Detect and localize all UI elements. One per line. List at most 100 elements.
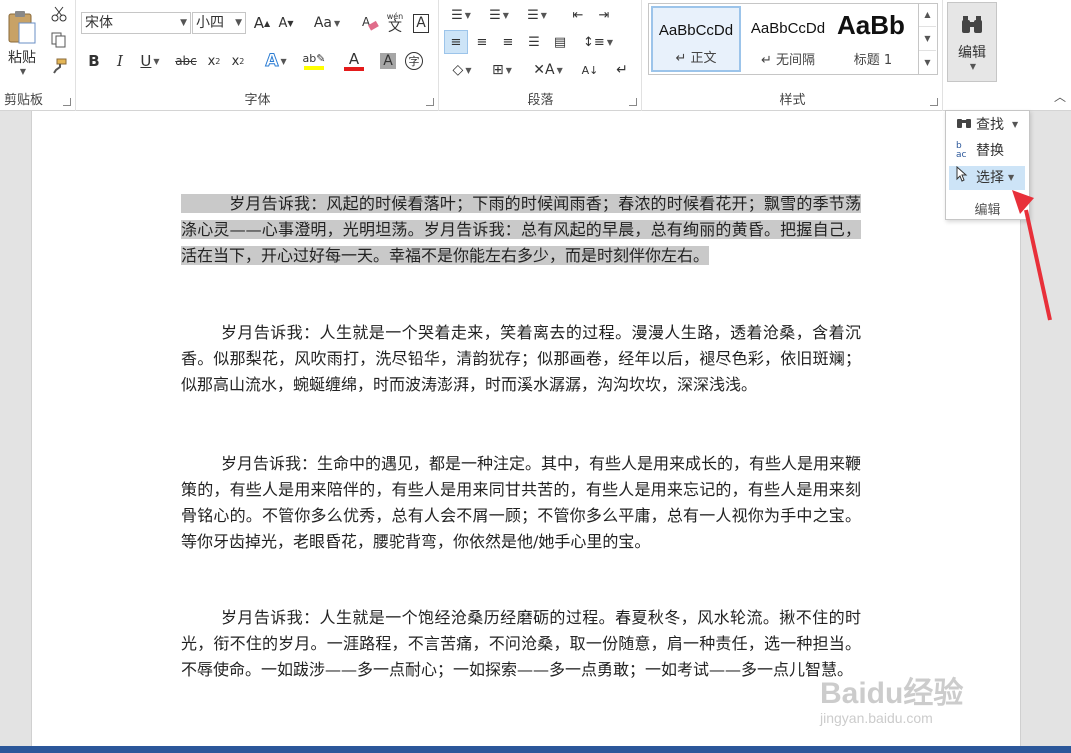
font-size-value: 小四 <box>196 15 224 31</box>
sort-button[interactable]: A↓ <box>578 58 602 82</box>
scroll-up-icon[interactable]: ▲ <box>919 3 936 27</box>
style-name: ↵ 无间隔 <box>760 53 816 68</box>
bullets-button[interactable]: ☰ ▼ <box>444 4 478 26</box>
select-menu-item[interactable]: 选择 ▼ <box>949 165 1025 190</box>
find-label: 查找 <box>976 117 1004 133</box>
numbering-button[interactable]: ☰ ▼ <box>482 4 516 26</box>
scroll-down-icon[interactable]: ▼ <box>919 27 936 51</box>
chevron-down-icon[interactable]: ▼ <box>20 67 26 76</box>
font-color-icon: A <box>348 50 360 68</box>
strikethrough-button[interactable]: abc <box>171 50 201 72</box>
increase-indent-icon: ⇥ <box>598 7 610 23</box>
copy-button[interactable] <box>48 30 70 50</box>
show-marks-button[interactable]: ↵ <box>610 58 634 82</box>
paste-button[interactable]: 粘贴 ▼ <box>3 4 41 80</box>
cut-button[interactable] <box>48 4 70 24</box>
paint-bucket-icon: ◇ <box>452 62 464 78</box>
chevron-down-icon: ▼ <box>969 61 977 71</box>
paragraph-2[interactable]: 岁月告诉我：人生就是一个哭着走来，笑着离去的过程。漫漫人生路，透着沧桑，含着沉香… <box>181 320 861 398</box>
style-name: ↵ 正文 <box>675 51 717 66</box>
justify-icon: ☰ <box>528 34 540 50</box>
font-size-select[interactable]: 小四 ▼ <box>192 12 246 34</box>
more-styles-icon[interactable]: ▼ <box>919 51 936 75</box>
grow-font-button[interactable]: A ▲ <box>251 12 273 34</box>
italic-button[interactable]: I <box>109 50 131 72</box>
paragraph-group: ☰ ▼ ☰ ▼ ☰ ▼ ⇤ ⇥ ≡ ≡ ≡ ☰ ▤ ↕≡ ▼ ◇ ▼ ⊞ ▼ ✕… <box>440 0 642 111</box>
shrink-font-button[interactable]: A ▼ <box>275 12 297 34</box>
wen-glyph-icon: 文 <box>388 19 402 35</box>
character-border-button[interactable]: A <box>411 12 431 34</box>
phonetic-guide-button[interactable]: wén 文 <box>383 10 407 34</box>
multilevel-list-button[interactable]: ☰ ▼ <box>520 4 554 26</box>
clipboard-launcher-icon[interactable] <box>63 98 71 106</box>
enclose-char-icon: 字 <box>405 52 423 70</box>
chevron-down-icon: ▼ <box>1012 120 1019 129</box>
document-page[interactable]: 岁月告诉我：风起的时候看落叶；下雨的时候闻雨香；春浓的时候看花开；飘雪的季节荡涤… <box>31 111 1021 751</box>
collapse-ribbon-icon[interactable]: ︿ <box>1052 88 1068 104</box>
decrease-indent-button[interactable]: ⇤ <box>566 4 590 26</box>
chinese-layout-button[interactable]: ✕A ▼ <box>530 58 566 82</box>
font-group-label: 字体 <box>244 93 271 108</box>
editing-dropdown: 查找 ▼ b ac 替换 选择 ▼ 编辑 <box>945 110 1030 220</box>
baidu-watermark: Baidu经验 jingyan.baidu.com <box>820 668 963 726</box>
subscript-button[interactable]: x2 <box>203 50 225 72</box>
underline-button[interactable]: U ▼ <box>135 50 165 72</box>
character-shading-button[interactable]: A <box>377 50 399 72</box>
font-name-select[interactable]: 宋体 ▼ <box>81 12 191 34</box>
text-effects-icon: A <box>265 51 279 72</box>
shading-button[interactable]: ◇ ▼ <box>444 58 480 82</box>
replace-menu-item[interactable]: b ac 替换 <box>949 139 1025 163</box>
paragraph-group-label: 段落 <box>527 93 554 108</box>
distributed-button[interactable]: ▤ <box>548 30 572 54</box>
superscript-button[interactable]: x2 <box>227 50 249 72</box>
borders-button[interactable]: ⊞ ▼ <box>484 58 520 82</box>
borders-icon: ⊞ <box>492 62 504 78</box>
replace-icon: b ac <box>956 141 967 160</box>
paragraph-1[interactable]: 岁月告诉我：风起的时候看落叶；下雨的时候闻雨香；春浓的时候看花开；飘雪的季节荡涤… <box>181 191 861 269</box>
style-no-spacing[interactable]: AaBbCcDd ↵ 无间隔 <box>743 6 833 72</box>
bullets-icon: ☰ <box>451 7 463 23</box>
paragraph-4[interactable]: 岁月告诉我：人生就是一个饱经沧桑历经磨砺的过程。春夏秋冬，风水轮流。揪不住的时光… <box>181 605 861 683</box>
selected-text[interactable]: 岁月告诉我：风起的时候看落叶；下雨的时候闻雨香；春浓的时候看花开；飘雪的季节荡涤… <box>181 194 861 265</box>
dropdown-group-label: 编辑 <box>974 203 1001 218</box>
status-bar <box>0 746 1071 753</box>
bold-button[interactable]: B <box>83 50 105 72</box>
line-spacing-button[interactable]: ↕≡ ▼ <box>580 30 616 54</box>
paragraph-launcher-icon[interactable] <box>629 98 637 106</box>
chevron-down-icon: ▼ <box>1008 173 1015 182</box>
enclose-characters-button[interactable]: 字 <box>403 50 425 72</box>
paragraph-3[interactable]: 岁月告诉我：生命中的遇见，都是一种注定。其中，有些人是用来成长的，有些人是用来鞭… <box>181 451 861 555</box>
highlight-button[interactable]: ab✎ <box>297 48 331 74</box>
style-normal[interactable]: AaBbCcDd ↵ 正文 <box>651 6 741 72</box>
ribbon: 粘贴 ▼ 剪贴板 宋体 ▼ 小四 ▼ A ▲ A ▼ Aa ▼ A wén 文 … <box>0 0 1071 111</box>
select-label: 选择 <box>976 170 1004 186</box>
sort-icon: A↓ <box>581 63 599 77</box>
format-painter-button[interactable] <box>48 56 70 76</box>
editing-label: 编辑 <box>958 44 986 61</box>
align-center-button[interactable]: ≡ <box>470 30 494 54</box>
editing-button[interactable]: 编辑 ▼ <box>947 2 997 82</box>
paragraph-1-text: 岁月告诉我：风起的时候看落叶；下雨的时候闻雨香；春浓的时候看花开；飘雪的季节荡涤… <box>181 194 861 265</box>
find-menu-item[interactable]: 查找 ▼ <box>949 113 1025 137</box>
font-color-button[interactable]: A <box>337 48 371 74</box>
font-name-value: 宋体 <box>85 15 113 31</box>
increase-indent-button[interactable]: ⇥ <box>592 4 616 26</box>
chinese-layout-icon: ✕A <box>533 62 555 78</box>
binoculars-icon <box>956 113 976 137</box>
align-right-button[interactable]: ≡ <box>496 30 520 54</box>
styles-launcher-icon[interactable] <box>930 98 938 106</box>
text-effects-button[interactable]: A ▼ <box>259 50 293 72</box>
document-area: 岁月告诉我：风起的时候看落叶；下雨的时候闻雨香；春浓的时候看花开；飘雪的季节荡涤… <box>0 111 1071 751</box>
styles-group-label: 样式 <box>779 93 806 108</box>
justify-button[interactable]: ☰ <box>522 30 546 54</box>
clipboard-group: 粘贴 ▼ 剪贴板 <box>0 0 76 111</box>
align-left-button[interactable]: ≡ <box>444 30 468 54</box>
change-case-button[interactable]: Aa ▼ <box>309 12 345 34</box>
watermark-logo: Baidu经验 <box>820 677 964 710</box>
font-launcher-icon[interactable] <box>426 98 434 106</box>
decrease-indent-icon: ⇤ <box>572 7 584 23</box>
clear-formatting-button[interactable]: A <box>359 12 381 34</box>
style-heading-1[interactable]: AaBb 标题 1 <box>831 6 915 72</box>
style-name: 标题 1 <box>853 53 893 68</box>
change-case-label: Aa <box>313 15 332 31</box>
